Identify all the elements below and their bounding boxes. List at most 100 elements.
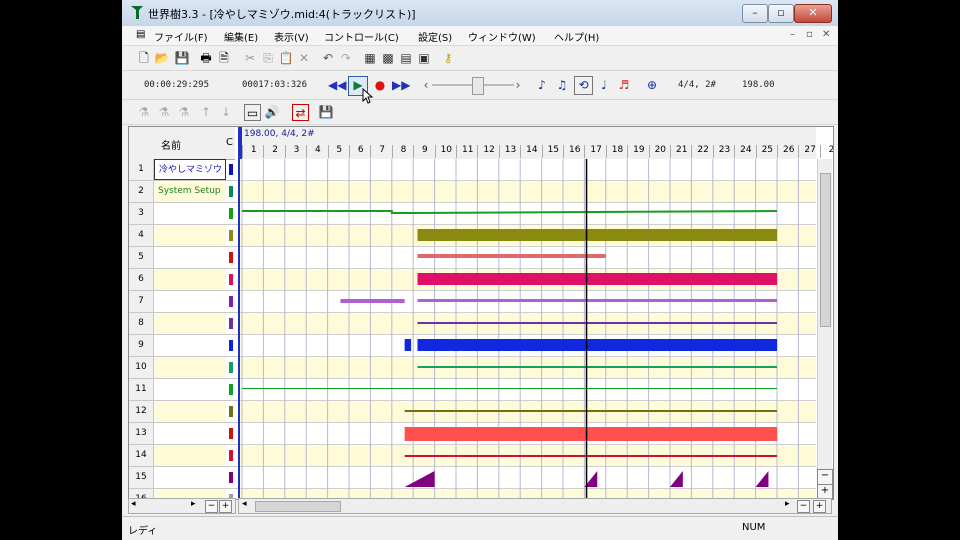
- track-color-swatch[interactable]: [227, 445, 236, 466]
- track-row[interactable]: 6: [129, 269, 238, 291]
- measure-number[interactable]: 9: [413, 145, 435, 158]
- track-number[interactable]: 14: [129, 445, 154, 466]
- seek-right-arrow-icon[interactable]: ›: [510, 77, 526, 93]
- auto-page-update-icon[interactable]: ♩: [596, 77, 612, 93]
- save-icon[interactable]: 💾: [174, 50, 190, 66]
- track-number[interactable]: 4: [129, 225, 154, 246]
- track-row[interactable]: 10: [129, 357, 238, 379]
- track-name-cell[interactable]: 冷やしマミゾウ: [154, 159, 226, 180]
- seq-scroll-left-arrow-icon[interactable]: ◂: [242, 499, 247, 509]
- track-color-swatch[interactable]: [227, 357, 236, 378]
- track-color-swatch[interactable]: [227, 225, 236, 246]
- measure-number[interactable]: 10: [434, 145, 457, 158]
- track-name-cell[interactable]: [154, 401, 226, 422]
- measure-number[interactable]: 21: [670, 145, 692, 158]
- track-color-swatch[interactable]: [227, 467, 236, 488]
- track-number[interactable]: 1: [129, 159, 154, 180]
- track-row[interactable]: 9: [129, 335, 238, 357]
- print-preview-icon[interactable]: 🗎: [216, 50, 232, 66]
- track-name-cell[interactable]: [154, 467, 226, 488]
- track-number[interactable]: 12: [129, 401, 154, 422]
- track-name-cell[interactable]: [154, 269, 226, 290]
- vertical-scroll-thumb[interactable]: [820, 173, 831, 327]
- measure-number[interactable]: 14: [520, 145, 542, 158]
- scroll-left-arrow-icon[interactable]: ◂: [131, 499, 136, 509]
- track-number[interactable]: 13: [129, 423, 154, 444]
- track-number[interactable]: 2: [129, 181, 154, 202]
- track-number[interactable]: 9: [129, 335, 154, 356]
- mdi-doc-icon[interactable]: ▤: [136, 29, 145, 40]
- measure-number[interactable]: 2: [263, 145, 285, 158]
- measure-number[interactable]: 18: [605, 145, 628, 158]
- piano-roll-window-icon[interactable]: ▩: [380, 50, 396, 66]
- measure-number[interactable]: 13: [498, 145, 521, 158]
- track-row[interactable]: 15: [129, 467, 238, 489]
- track-name-cell[interactable]: [154, 423, 226, 444]
- measure-number[interactable]: 4: [306, 145, 328, 158]
- track-name-cell[interactable]: [154, 203, 226, 224]
- track-number[interactable]: 6: [129, 269, 154, 290]
- sync-mode-icon[interactable]: ⊕: [644, 77, 660, 93]
- minimize-button[interactable]: –: [742, 4, 768, 23]
- mdi-close-button[interactable]: ✕: [822, 29, 830, 40]
- loop-range-icon[interactable]: ⇄: [292, 104, 309, 121]
- track-color-swatch[interactable]: [227, 379, 236, 400]
- track-name-cell[interactable]: [154, 313, 226, 334]
- track-color-swatch[interactable]: [227, 181, 236, 202]
- measure-number[interactable]: 6: [349, 145, 371, 158]
- measure-number[interactable]: 17: [584, 145, 606, 158]
- measure-number[interactable]: 7: [370, 145, 392, 158]
- menu-window[interactable]: ウィンドウ(W): [468, 29, 536, 44]
- track-color-swatch[interactable]: [227, 247, 236, 268]
- event-list-window-icon[interactable]: ▤: [398, 50, 414, 66]
- menu-view[interactable]: 表示(V): [274, 29, 309, 44]
- track-name-cell[interactable]: [154, 357, 226, 378]
- track-number[interactable]: 8: [129, 313, 154, 334]
- track-row[interactable]: 7: [129, 291, 238, 313]
- maximize-button[interactable]: ▫: [768, 4, 794, 23]
- track-color-swatch[interactable]: [227, 291, 236, 312]
- track-color-swatch[interactable]: [227, 159, 236, 180]
- track-name-cell[interactable]: [154, 225, 226, 246]
- sequence-area[interactable]: [238, 159, 816, 499]
- mdi-minimize-button[interactable]: –: [790, 29, 795, 40]
- redo-icon[interactable]: ↷: [338, 50, 354, 66]
- track-row[interactable]: 8: [129, 313, 238, 335]
- musical-score-window-icon[interactable]: ▣: [416, 50, 432, 66]
- vertical-zoom-out-button[interactable]: −: [817, 469, 833, 485]
- move-up-icon[interactable]: ↑: [198, 104, 214, 120]
- horizontal-zoom-out-button[interactable]: −: [797, 500, 810, 513]
- track-row[interactable]: 13: [129, 423, 238, 445]
- measure-number[interactable]: 3: [284, 145, 307, 158]
- measure-number[interactable]: 25: [755, 145, 778, 158]
- track-row[interactable]: 2 System Setup: [129, 181, 238, 203]
- vertical-scrollbar[interactable]: [817, 159, 832, 469]
- measure-number[interactable]: 19: [627, 145, 649, 158]
- mdi-restore-button[interactable]: ▫: [806, 29, 813, 40]
- close-button[interactable]: ✕: [794, 4, 832, 23]
- horizontal-zoom-in-button[interactable]: +: [813, 500, 826, 513]
- measure-number[interactable]: 26: [777, 145, 799, 158]
- measure-number[interactable]: 22: [691, 145, 713, 158]
- channel-column-header[interactable]: C: [226, 137, 233, 148]
- measure-number[interactable]: 16: [563, 145, 585, 158]
- track-name-cell[interactable]: [154, 445, 226, 466]
- track-name-cell[interactable]: System Setup: [154, 181, 226, 202]
- track-number[interactable]: 10: [129, 357, 154, 378]
- measure-number[interactable]: 8: [391, 145, 414, 158]
- menu-help[interactable]: ヘルプ(H): [554, 29, 599, 44]
- rewind-icon[interactable]: ◀◀: [328, 77, 346, 93]
- copy-icon[interactable]: ⎘: [260, 50, 276, 66]
- undo-icon[interactable]: ↶: [320, 50, 336, 66]
- select-tool-icon[interactable]: ▭: [244, 104, 261, 121]
- track-color-swatch[interactable]: [227, 269, 236, 290]
- measure-number[interactable]: 5: [327, 145, 350, 158]
- track-name-cell[interactable]: [154, 379, 226, 400]
- position-slider-thumb[interactable]: [472, 77, 484, 95]
- record-icon[interactable]: ●: [372, 77, 388, 93]
- insert-track-icon[interactable]: ⚗: [136, 104, 152, 120]
- measure-number[interactable]: 20: [648, 145, 671, 158]
- measure-number[interactable]: 11: [456, 145, 478, 158]
- scroll-right-arrow-icon[interactable]: ▸: [191, 499, 196, 509]
- print-icon[interactable]: 🖶: [198, 50, 214, 66]
